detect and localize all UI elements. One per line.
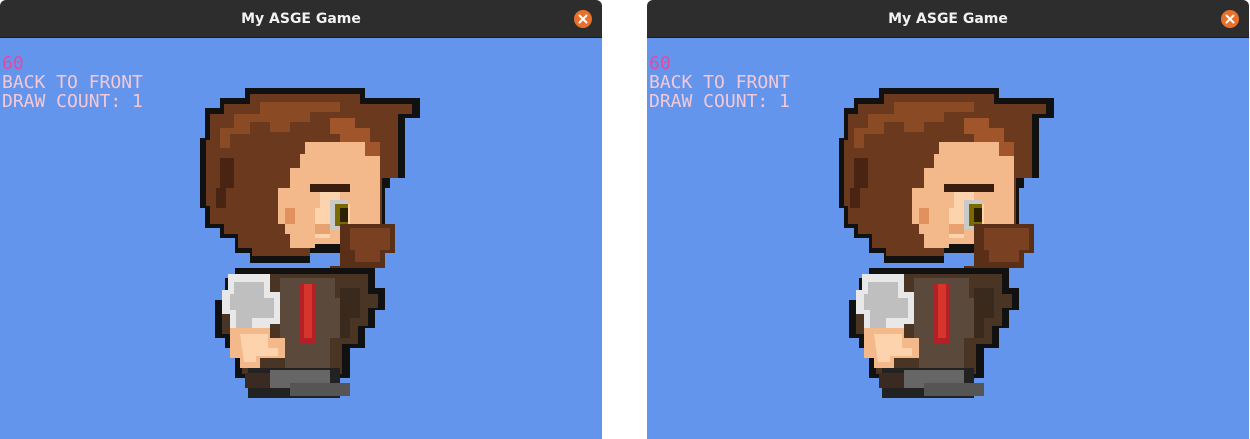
titlebar[interactable]: My ASGE Game — [0, 0, 602, 38]
fps-counter: 60 — [2, 53, 24, 74]
render-mode-label: BACK TO FRONT — [2, 72, 143, 93]
draw-count-label: DRAW COUNT: 1 — [649, 91, 790, 112]
close-icon — [578, 14, 588, 24]
close-icon — [1225, 14, 1235, 24]
render-mode-label: BACK TO FRONT — [649, 72, 790, 93]
hud: 60 BACK TO FRONT DRAW COUNT: 1 — [2, 54, 143, 111]
character-sprite — [200, 88, 420, 398]
game-window-right: My ASGE Game 60 BACK TO FRONT DRAW COUNT… — [647, 0, 1249, 439]
game-window-left: My ASGE Game 60 BACK TO FRONT DRAW COUNT… — [0, 0, 602, 439]
window-title: My ASGE Game — [241, 11, 361, 27]
hud: 60 BACK TO FRONT DRAW COUNT: 1 — [649, 54, 790, 111]
fps-counter: 60 — [649, 53, 671, 74]
close-button[interactable] — [574, 10, 592, 28]
draw-count-label: DRAW COUNT: 1 — [2, 91, 143, 112]
window-title: My ASGE Game — [888, 11, 1008, 27]
character-sprite — [839, 88, 1054, 398]
titlebar[interactable]: My ASGE Game — [647, 0, 1249, 38]
game-viewport[interactable]: 60 BACK TO FRONT DRAW COUNT: 1 — [0, 38, 602, 439]
game-viewport[interactable]: 60 BACK TO FRONT DRAW COUNT: 1 — [647, 38, 1249, 439]
close-button[interactable] — [1221, 10, 1239, 28]
